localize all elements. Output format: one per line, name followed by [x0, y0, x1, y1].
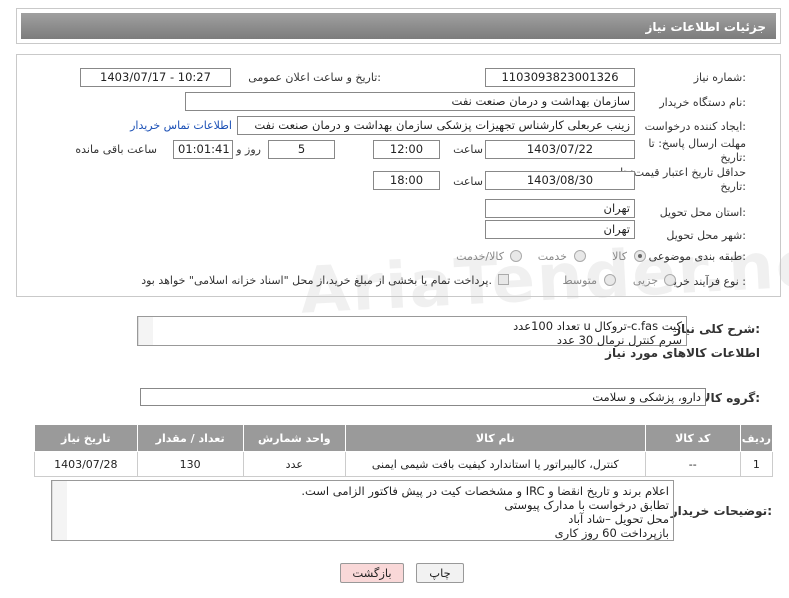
col-date: تاریخ نیاز	[34, 424, 138, 452]
buyer-notes-line-3: محل تحویل –شاد آباد	[568, 512, 669, 526]
print-button[interactable]: چاپ	[416, 563, 464, 583]
process-minor-radio[interactable]	[664, 274, 676, 286]
remaining-label: ساعت باقی مانده	[75, 143, 157, 156]
buyer-org-label: نام دستگاه خریدار:	[659, 96, 746, 109]
remaining-time-field: 01:01:41	[173, 140, 233, 159]
announce-field: 1403/07/17 - 10:27	[80, 68, 231, 87]
buyer-notes-line-4: بازپرداخت 60 روز کاری	[554, 526, 669, 540]
buyer-notes-textarea[interactable]: اعلام برند و تاریخ انقضا و IRC و مشخصات …	[51, 480, 674, 541]
buyer-notes-label: توضیحات خریدار:	[670, 504, 772, 518]
need-number-label: شماره نیاز:	[693, 71, 746, 84]
cell-unit: عدد	[242, 451, 346, 477]
cell-qty: 130	[136, 451, 244, 477]
category-label: طبقه بندی موضوعی:	[648, 250, 746, 263]
process-medium-radio[interactable]	[604, 274, 616, 286]
deadline-date-field: 1403/07/22	[485, 140, 635, 159]
col-code: کد کالا	[644, 424, 741, 452]
col-unit: واحد شمارش	[242, 424, 346, 452]
buyer-notes-line-1: اعلام برند و تاریخ انقضا و IRC و مشخصات …	[301, 484, 669, 498]
validity-date-field: 1403/08/30	[485, 171, 635, 190]
need-number-field: 1103093823001326	[485, 68, 635, 87]
summary-textarea[interactable]: کیت c.fas-تروکال u تعداد 100عدد سرم کنتر…	[137, 316, 687, 347]
announce-label: تاریخ و ساعت اعلان عمومی:	[248, 71, 381, 84]
days-label: روز و	[236, 143, 261, 156]
buyer-notes-line-2: تطابق درخواست با مدارک پیوستی	[504, 498, 669, 512]
summary-line-2: سرم کنترل نرمال 30 عدد	[556, 333, 682, 347]
deadline-label: مهلت ارسال پاسخ: تا تاریخ:	[648, 137, 746, 164]
col-row: ردیف	[739, 424, 774, 452]
deadline-time-label: ساعت	[453, 143, 483, 156]
treasury-checkbox[interactable]	[498, 274, 509, 285]
cell-date: 1403/07/28	[34, 451, 138, 477]
goods-group-label: گروه کالا:	[701, 391, 760, 405]
summary-line-1: کیت c.fas-تروکال u تعداد 100عدد	[513, 319, 682, 333]
category-service-label: خدمت	[537, 250, 567, 263]
validity-time-label: ساعت	[453, 175, 483, 188]
goods-section-title: اطلاعات کالاهای مورد نیاز	[605, 346, 760, 360]
category-goods-service-label: کالا/خدمت	[456, 250, 504, 263]
cell-code: --	[644, 451, 741, 477]
buyer-notes-scrollbar[interactable]	[52, 481, 67, 540]
table-row: 1 -- کنترل، کالیبراتور یا استاندارد کیفی…	[34, 451, 774, 477]
page-header: جزئیات اطلاعات نیاز	[16, 8, 781, 44]
days-field: 5	[268, 140, 335, 159]
creator-label: ایجاد کننده درخواست:	[644, 120, 746, 133]
col-qty: تعداد / مقدار	[136, 424, 244, 452]
category-service-radio[interactable]	[574, 250, 586, 262]
goods-table-header: ردیف کد کالا نام کالا واحد شمارش تعداد /…	[34, 424, 774, 452]
deadline-time-field: 12:00	[373, 140, 440, 159]
buyer-org-field: سازمان بهداشت و درمان صنعت نفت	[185, 92, 635, 111]
validity-time-field: 18:00	[373, 171, 440, 190]
creator-field: زینب عربعلی کارشناس تجهیزات پزشکی سازمان…	[237, 116, 635, 135]
process-medium-label: متوسط	[562, 274, 597, 287]
col-name: نام کالا	[344, 424, 646, 452]
process-label: نوع فرآیند خرید :	[668, 275, 746, 288]
summary-scrollbar[interactable]	[138, 317, 153, 345]
goods-group-field: دارو، پزشکی و سلامت	[140, 388, 706, 406]
category-goods-radio[interactable]	[634, 250, 646, 262]
cell-name: کنترل، کالیبراتور یا استاندارد کیفیت باف…	[344, 451, 646, 477]
category-goods-label: کالا	[612, 250, 627, 263]
validity-label: حداقل تاریخ اعتبار قیمت: تا تاریخ:	[620, 166, 746, 193]
goods-table: ردیف کد کالا نام کالا واحد شمارش تعداد /…	[34, 424, 774, 477]
process-minor-label: جزیی	[632, 274, 658, 287]
city-label: شهر محل تحویل:	[666, 229, 746, 242]
back-button[interactable]: بازگشت	[340, 563, 404, 583]
buyer-contact-link[interactable]: اطلاعات تماس خریدار	[130, 119, 232, 132]
city-field: تهران	[485, 220, 635, 239]
process-note: پرداخت تمام یا بخشی از مبلغ خرید،از محل …	[141, 274, 492, 287]
province-field: تهران	[485, 199, 635, 218]
cell-row: 1	[739, 451, 774, 477]
page-title: جزئیات اطلاعات نیاز	[645, 20, 766, 34]
category-goods-service-radio[interactable]	[510, 250, 522, 262]
province-label: استان محل تحویل:	[659, 206, 746, 219]
